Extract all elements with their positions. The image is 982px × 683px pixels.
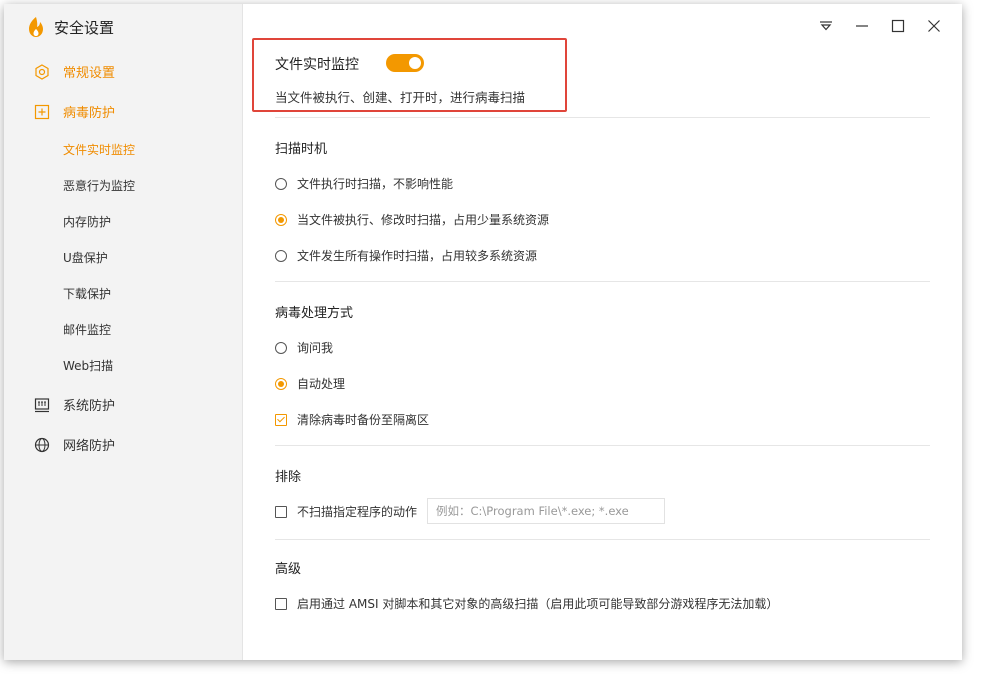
amsi-scan-option[interactable]: 启用通过 AMSI 对脚本和其它对象的高级扫描（启用此项可能导致部分游戏程序无法… [275,595,778,612]
sidebar-item-general[interactable]: 常规设置 [34,62,115,81]
app-title-bar: 安全设置 [26,14,114,40]
flame-logo-icon [29,17,43,37]
sidebar-item-label: 病毒防护 [63,106,116,121]
sidebar-item-virus-protection[interactable]: 病毒防护 [34,102,115,121]
backup-to-quarantine-option[interactable]: 清除病毒时备份至隔离区 [275,411,429,428]
scan-timing-title: 扫描时机 [275,142,328,157]
sidebar-item-label: 网络防护 [63,439,116,454]
exclude-program-option[interactable]: 不扫描指定程序的动作 [275,503,417,520]
settings-window: 安全设置 常规设置 病毒防护 文件实时监控 恶意行为监控 内存防护 U盘保护 下… [4,4,962,660]
virus-handling-title: 病毒处理方式 [275,306,354,321]
scan-timing-option-execute-modify[interactable]: 当文件被执行、修改时扫描，占用少量系统资源 [275,211,549,228]
sidebar-item-label: 系统防护 [63,399,116,414]
checkbox[interactable] [275,505,287,518]
option-label: 当文件被执行、修改时扫描，占用少量系统资源 [297,213,550,227]
sidebar-subitem-behavior-monitor[interactable]: 恶意行为监控 [63,177,135,194]
exclude-path-placeholder: 例如：C:\Program File\*.exe; *.exe [436,504,629,518]
checkbox[interactable] [275,597,287,610]
option-label: 自动处理 [297,377,346,391]
option-label: 询问我 [297,341,334,355]
scan-timing-option-all[interactable]: 文件发生所有操作时扫描，占用较多系统资源 [275,247,537,264]
realtime-monitor-description: 当文件被执行、创建、打开时，进行病毒扫描 [275,90,526,105]
sidebar-item-label: 常规设置 [63,66,116,81]
app-title: 安全设置 [54,18,115,37]
exclude-title: 排除 [275,470,302,485]
radio-button[interactable] [275,341,287,354]
option-label: 启用通过 AMSI 对脚本和其它对象的高级扫描（启用此项可能导致部分游戏程序无法… [297,597,779,611]
radio-button[interactable] [275,249,287,262]
sidebar: 安全设置 常规设置 病毒防护 文件实时监控 恶意行为监控 内存防护 U盘保护 下… [4,4,243,660]
scan-timing-option-execute[interactable]: 文件执行时扫描，不影响性能 [275,175,453,192]
plus-box-icon [34,104,50,120]
checkbox-checked[interactable] [275,413,287,426]
divider [275,445,930,446]
sidebar-item-system-protection[interactable]: 系统防护 [34,395,115,414]
sidebar-subitem-memory-protection[interactable]: 内存防护 [63,213,111,230]
virus-handling-option-ask[interactable]: 询问我 [275,339,333,356]
virus-handling-option-auto[interactable]: 自动处理 [275,375,345,392]
sidebar-subitem-mail-monitor[interactable]: 邮件监控 [63,321,111,338]
exclude-path-input[interactable]: 例如：C:\Program File\*.exe; *.exe [427,498,665,524]
sidebar-subitem-download-protection[interactable]: 下载保护 [63,285,111,302]
sidebar-subitem-usb-protection[interactable]: U盘保护 [63,249,108,266]
settings-content: 文件实时监控 当文件被执行、创建、打开时，进行病毒扫描 扫描时机 文件执行时扫描… [242,4,962,660]
option-label: 文件发生所有操作时扫描，占用较多系统资源 [297,249,538,263]
realtime-monitor-title: 文件实时监控 [275,57,359,73]
radio-button[interactable] [275,177,287,190]
option-label: 清除病毒时备份至隔离区 [297,413,430,427]
option-label: 不扫描指定程序的动作 [297,505,418,519]
sidebar-subitem-realtime-monitor[interactable]: 文件实时监控 [63,141,135,158]
sidebar-subitem-web-scan[interactable]: Web扫描 [63,357,113,374]
system-monitor-icon [34,397,50,413]
radio-button-selected[interactable] [275,213,287,226]
gear-icon [34,63,50,80]
divider [275,117,930,118]
divider [275,539,930,540]
toggle-knob [409,57,421,69]
advanced-title: 高级 [275,562,302,577]
globe-icon [34,437,50,453]
realtime-monitor-toggle[interactable] [386,54,424,72]
radio-button-selected[interactable] [275,377,287,390]
divider [275,281,930,282]
sidebar-item-network-protection[interactable]: 网络防护 [34,435,115,454]
option-label: 文件执行时扫描，不影响性能 [297,177,454,191]
